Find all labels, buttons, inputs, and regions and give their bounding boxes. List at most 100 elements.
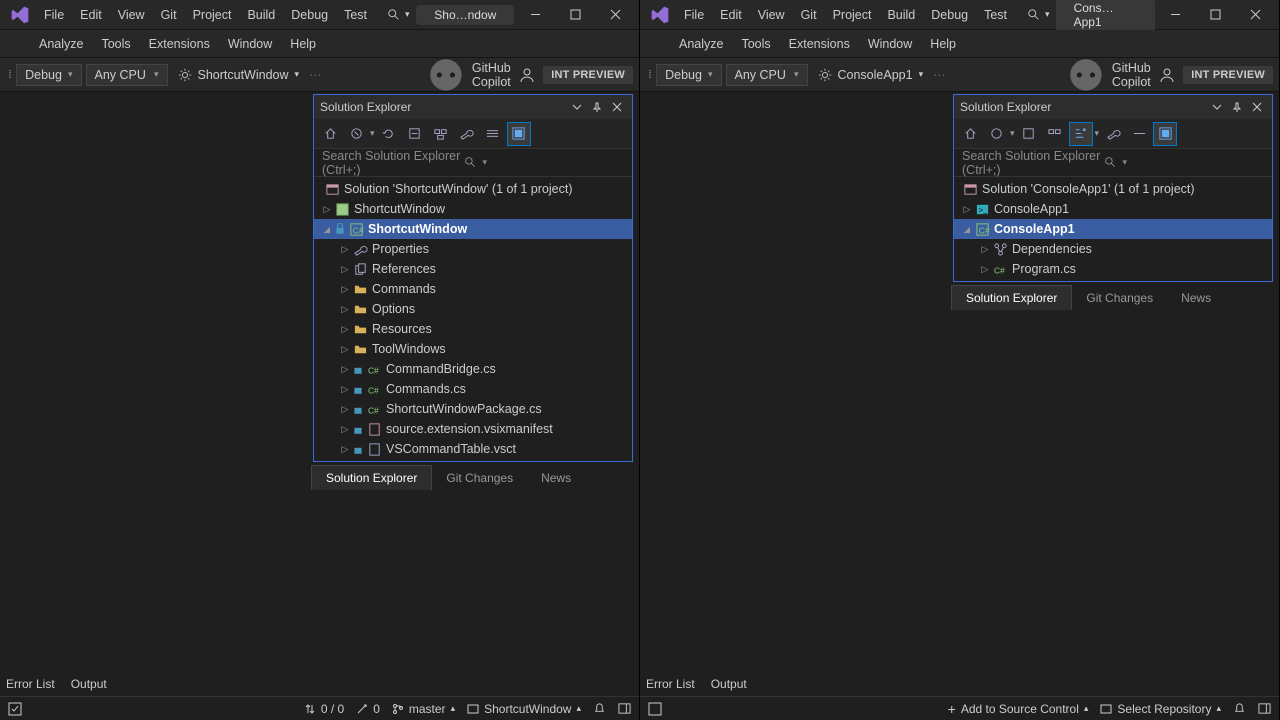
github-copilot[interactable]: GitHub Copilot	[425, 54, 511, 96]
nest-icon[interactable]	[1069, 122, 1093, 146]
tab-output[interactable]: Output	[71, 677, 107, 691]
menu-tools[interactable]: Tools	[732, 33, 779, 55]
tree[interactable]: Solution 'ConsoleApp1' (1 of 1 project) …	[954, 177, 1272, 281]
drag-handle-icon[interactable]: ⁞⁞	[646, 69, 652, 81]
preview-icon[interactable]	[1127, 122, 1151, 146]
overflow-icon[interactable]: ⋯	[933, 67, 947, 82]
tab-output[interactable]: Output	[711, 677, 747, 691]
switch-view-icon[interactable]	[344, 122, 368, 146]
menu-edit[interactable]: Edit	[712, 3, 750, 27]
bell-icon[interactable]	[1233, 702, 1246, 715]
project-top-node[interactable]: ShortcutWindow	[314, 199, 632, 219]
file-vsct[interactable]: VSCommandTable.vsct	[314, 439, 632, 459]
menu-git[interactable]: Git	[793, 3, 825, 27]
menu-project[interactable]: Project	[825, 3, 880, 27]
add-source-control[interactable]: +Add to Source Control▴	[948, 701, 1089, 717]
home-icon[interactable]	[958, 122, 982, 146]
menu-project[interactable]: Project	[185, 3, 240, 27]
file-manifest[interactable]: source.extension.vsixmanifest	[314, 419, 632, 439]
folder-commands[interactable]: Commands	[314, 279, 632, 299]
int-preview-badge[interactable]: INT PREVIEW	[543, 66, 633, 84]
project-node[interactable]: C# ConsoleApp1	[954, 219, 1272, 239]
solution-node[interactable]: Solution 'ConsoleApp1' (1 of 1 project)	[954, 179, 1272, 199]
switch-view-icon[interactable]	[984, 122, 1008, 146]
panel-header[interactable]: Solution Explorer	[314, 95, 632, 119]
showall-icon[interactable]	[1043, 122, 1067, 146]
panel-header[interactable]: Solution Explorer	[954, 95, 1272, 119]
status-project[interactable]: ShortcutWindow▴	[467, 702, 581, 716]
tab-news[interactable]: News	[1167, 286, 1225, 310]
references-node[interactable]: References	[314, 259, 632, 279]
close-icon[interactable]	[1248, 98, 1266, 116]
github-copilot[interactable]: GitHub Copilot	[1065, 54, 1151, 96]
menu-help[interactable]: Help	[921, 33, 965, 55]
menu-view[interactable]: View	[110, 3, 153, 27]
panel-layout-icon[interactable]	[1258, 702, 1271, 715]
close-button[interactable]	[595, 0, 635, 30]
collapse-icon[interactable]	[1017, 122, 1041, 146]
bell-icon[interactable]	[593, 702, 606, 715]
status-updown[interactable]: 0 / 0	[304, 702, 344, 716]
preview-person-icon[interactable]	[519, 67, 535, 83]
search-launch[interactable]: ▾	[381, 5, 416, 25]
refresh-icon[interactable]	[377, 122, 401, 146]
startup-project[interactable]: ShortcutWindow▾	[172, 65, 306, 85]
tab-git-changes[interactable]: Git Changes	[432, 466, 527, 490]
project-top-node[interactable]: >_ ConsoleApp1	[954, 199, 1272, 219]
dependencies-node[interactable]: Dependencies	[954, 239, 1272, 259]
menu-debug[interactable]: Debug	[923, 3, 976, 27]
status-changes[interactable]: 0	[356, 702, 380, 716]
pin-icon[interactable]	[588, 98, 606, 116]
menu-analyze[interactable]: Analyze	[670, 33, 732, 55]
sync-icon[interactable]	[1153, 122, 1177, 146]
minimize-button[interactable]	[515, 0, 555, 30]
windowpos-icon[interactable]	[568, 98, 586, 116]
platform-dropdown[interactable]: Any CPU▾	[726, 64, 808, 86]
menu-window[interactable]: Window	[219, 33, 281, 55]
menu-analyze[interactable]: Analyze	[30, 33, 92, 55]
drag-handle-icon[interactable]: ⁞⁞	[6, 69, 12, 81]
startup-project[interactable]: ConsoleApp1▾	[812, 65, 930, 85]
file-commands-cs[interactable]: C#Commands.cs	[314, 379, 632, 399]
menu-test[interactable]: Test	[976, 3, 1015, 27]
status-branch[interactable]: master▴	[392, 702, 455, 716]
tree[interactable]: Solution 'ShortcutWindow' (1 of 1 projec…	[314, 177, 632, 461]
menu-edit[interactable]: Edit	[72, 3, 110, 27]
menu-view[interactable]: View	[750, 3, 793, 27]
file-package[interactable]: C#ShortcutWindowPackage.cs	[314, 399, 632, 419]
folder-resources[interactable]: Resources	[314, 319, 632, 339]
panel-layout-icon[interactable]	[618, 702, 631, 715]
file-program[interactable]: C#Program.cs	[954, 259, 1272, 279]
folder-options[interactable]: Options	[314, 299, 632, 319]
menu-build[interactable]: Build	[879, 3, 923, 27]
menu-window[interactable]: Window	[859, 33, 921, 55]
status-ready-icon[interactable]	[8, 702, 22, 716]
pin-icon[interactable]	[1228, 98, 1246, 116]
menu-tools[interactable]: Tools	[92, 33, 139, 55]
preview-person-icon[interactable]	[1159, 67, 1175, 83]
windowpos-icon[interactable]	[1208, 98, 1226, 116]
platform-dropdown[interactable]: Any CPU▾	[86, 64, 168, 86]
maximize-button[interactable]	[555, 0, 595, 30]
search-solution-explorer[interactable]: Search Solution Explorer (Ctrl+;) ▾	[954, 149, 1272, 177]
config-dropdown[interactable]: Debug▾	[656, 64, 721, 86]
tab-error-list[interactable]: Error List	[646, 677, 695, 691]
search-solution-explorer[interactable]: Search Solution Explorer (Ctrl+;) ▾	[314, 149, 632, 177]
menu-file[interactable]: File	[676, 3, 712, 27]
window-title[interactable]: Sho…ndow	[416, 5, 514, 25]
menu-git[interactable]: Git	[153, 3, 185, 27]
preview-icon[interactable]	[481, 122, 505, 146]
menu-debug[interactable]: Debug	[283, 3, 336, 27]
select-repository[interactable]: Select Repository▴	[1100, 702, 1221, 716]
file-commandbridge[interactable]: C#CommandBridge.cs	[314, 359, 632, 379]
overflow-icon[interactable]: ⋯	[309, 67, 323, 82]
tab-error-list[interactable]: Error List	[6, 677, 55, 691]
tab-git-changes[interactable]: Git Changes	[1072, 286, 1167, 310]
menu-help[interactable]: Help	[281, 33, 325, 55]
config-dropdown[interactable]: Debug▾	[16, 64, 81, 86]
close-icon[interactable]	[608, 98, 626, 116]
menu-file[interactable]: File	[36, 3, 72, 27]
solution-node[interactable]: Solution 'ShortcutWindow' (1 of 1 projec…	[314, 179, 632, 199]
menu-test[interactable]: Test	[336, 3, 375, 27]
properties-node[interactable]: Properties	[314, 239, 632, 259]
